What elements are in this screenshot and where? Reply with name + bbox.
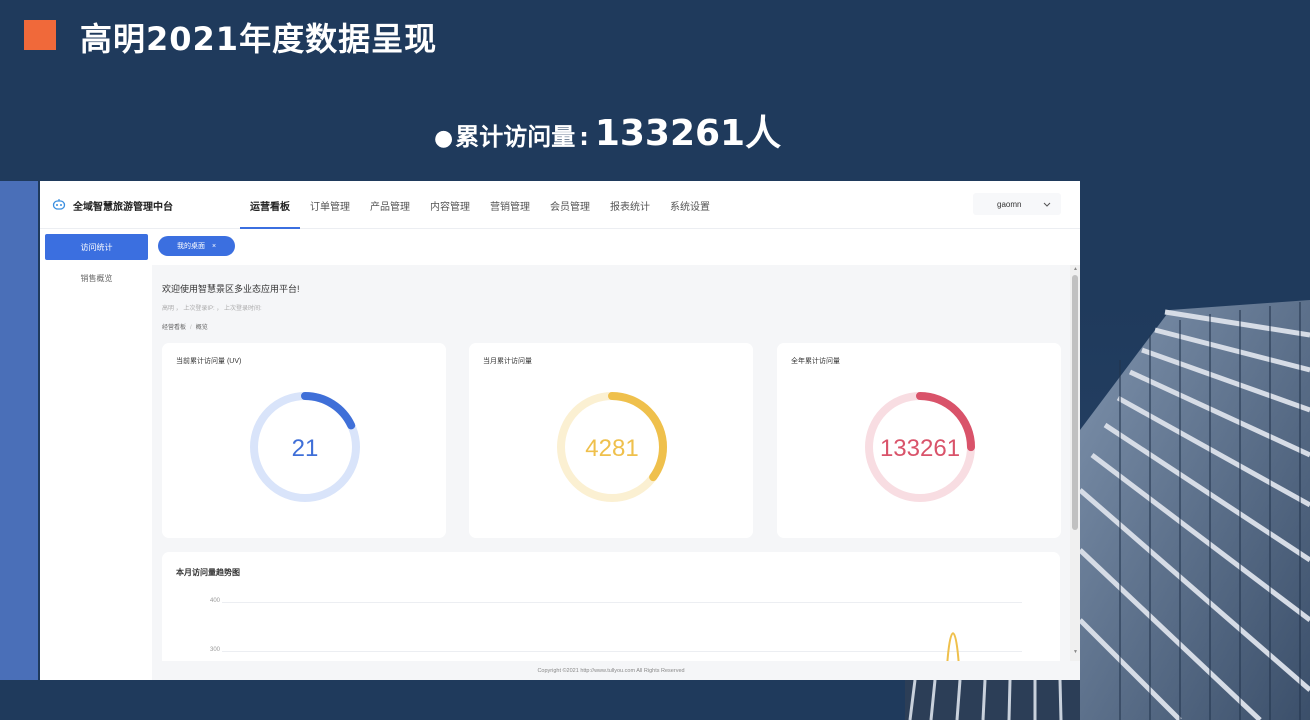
sidebar: 访问统计 销售概览 [40, 229, 152, 680]
sidebar-item-visit-stats[interactable]: 访问统计 [45, 234, 148, 260]
robot-icon [52, 198, 66, 216]
stat-card-month: 当月累计访问量 4281 [469, 343, 753, 538]
username: gaomn [997, 199, 1022, 209]
nav-settings[interactable]: 系统设置 [660, 181, 720, 229]
grid-line [222, 651, 1022, 652]
close-icon[interactable]: × [212, 243, 216, 250]
gauge-value: 21 [292, 435, 319, 462]
chevron-down-icon [1043, 200, 1051, 209]
nav-dashboard[interactable]: 运营看板 [240, 181, 300, 229]
tab-bar: 我的桌面 × [152, 229, 1080, 265]
top-nav: 运营看板 订单管理 产品管理 内容管理 营销管理 会员管理 报表统计 系统设置 [240, 181, 720, 229]
nav-members[interactable]: 会员管理 [540, 181, 600, 229]
breadcrumb-item: 概览 [195, 325, 208, 331]
building-photo [1080, 300, 1310, 720]
nav-content[interactable]: 内容管理 [420, 181, 480, 229]
title-accent-bar [24, 20, 56, 50]
welcome-message: 欢迎使用智慧景区多业态应用平台! [162, 284, 300, 294]
y-axis-tick: 400 [210, 598, 221, 604]
slide-title: 高明2021年度数据呈现 [80, 20, 438, 58]
app-header: 全域智慧旅游管理中台 运营看板 订单管理 产品管理 内容管理 营销管理 会员管理… [40, 181, 1080, 229]
user-menu[interactable]: gaomn [973, 193, 1061, 215]
tab-my-desktop[interactable]: 我的桌面 × [158, 236, 235, 256]
stat-value: 133261人 [594, 113, 782, 154]
gauge-value: 4281 [585, 435, 638, 462]
gauge-ring: 133261 [865, 392, 975, 502]
card-title: 当月累计访问量 [483, 358, 532, 365]
gauge-value: 133261 [880, 435, 960, 462]
breadcrumb-separator: / [190, 325, 192, 331]
trend-chart-title: 本月访问量趋势图 [176, 568, 240, 577]
card-title: 全年累计访问量 [791, 358, 840, 365]
copyright-footer: Copyright ©2021 http://www.tullyou.com A… [152, 661, 1070, 680]
grid-line [222, 602, 1022, 603]
bullet-icon: ● [434, 126, 454, 151]
gauge-ring: 21 [250, 392, 360, 502]
tab-label: 我的桌面 [176, 243, 205, 250]
building-photo-bottom [905, 680, 1080, 720]
stat-card-year: 全年累计访问量 133261 [777, 343, 1061, 538]
breadcrumb: 经营看板 / 概览 [162, 322, 208, 331]
nav-products[interactable]: 产品管理 [360, 181, 420, 229]
app-window: 全域智慧旅游管理中台 运营看板 订单管理 产品管理 内容管理 营销管理 会员管理… [40, 181, 1080, 680]
card-title: 当前累计访问量 (UV) [176, 358, 242, 365]
y-axis-tick: 300 [210, 647, 221, 653]
scrollbar-thumb[interactable] [1072, 275, 1078, 530]
nav-reports[interactable]: 报表统计 [600, 181, 660, 229]
left-accent-band [0, 181, 38, 680]
stat-colon: : [579, 123, 589, 151]
cumulative-visits-line: ● 累计访问量 : 133261人 [434, 104, 781, 156]
stat-card-current-uv: 当前累计访问量 (UV) 21 [162, 343, 446, 538]
scroll-down-icon[interactable]: ▼ [1073, 649, 1078, 655]
nav-orders[interactable]: 订单管理 [300, 181, 360, 229]
scrollbar[interactable]: ▲ ▼ [1070, 265, 1080, 661]
gauge-ring: 4281 [557, 392, 667, 502]
sidebar-item-sales-overview[interactable]: 销售概览 [45, 265, 148, 291]
app-name: 全域智慧旅游管理中台 [73, 202, 173, 213]
main-content: 欢迎使用智慧景区多业态应用平台! 高明 ， 上次登录IP: ， 上次登录时间: … [152, 265, 1070, 680]
stat-label: 累计访问量 [455, 123, 576, 151]
login-meta: 高明 ， 上次登录IP: ， 上次登录时间: [162, 306, 262, 312]
scroll-up-icon[interactable]: ▲ [1073, 266, 1078, 272]
breadcrumb-item[interactable]: 经营看板 [162, 325, 186, 331]
nav-marketing[interactable]: 营销管理 [480, 181, 540, 229]
